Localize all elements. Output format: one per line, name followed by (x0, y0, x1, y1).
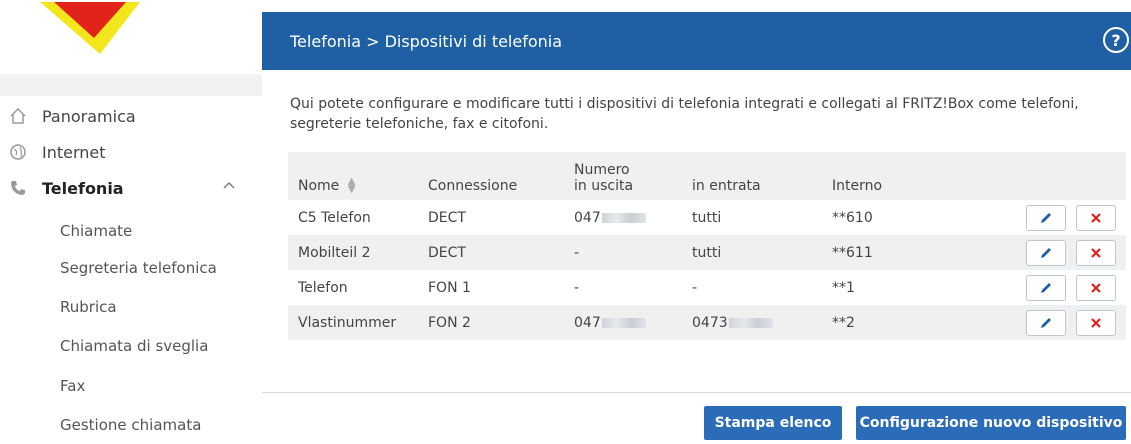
sidebar-subitem-rubrica[interactable]: Rubrica (60, 292, 117, 322)
delete-button[interactable] (1076, 204, 1116, 231)
edit-button[interactable] (1025, 309, 1066, 336)
sidebar-subitem-chiamate[interactable]: Chiamate (60, 216, 132, 246)
sidebar-item-label: Panoramica (42, 106, 136, 126)
sidebar-subitem-label: Fax (60, 377, 86, 395)
sidebar-subitem-label: Chiamata di sveglia (60, 337, 209, 355)
column-header-name[interactable]: Nome ▲ ▼ (288, 152, 418, 200)
cell-connection: DECT (428, 244, 466, 261)
column-header-incoming: in entrata (692, 178, 761, 194)
globe-icon (6, 140, 30, 164)
sort-icon[interactable]: ▲ ▼ (348, 177, 356, 195)
cell-actions (962, 200, 1126, 235)
devices-table: Nome ▲ ▼ Connessione Numero in uscita in … (288, 152, 1126, 340)
sidebar-subitem-sveglia[interactable]: Chiamata di sveglia (60, 331, 208, 361)
column-header-actions (962, 152, 1126, 200)
column-header-number: Numero (574, 162, 630, 178)
close-icon (1091, 282, 1101, 293)
breadcrumb: Telefonia > Dispositivi di telefonia (290, 32, 563, 51)
print-list-button[interactable]: Stampa elenco (704, 406, 842, 440)
sidebar-separator (0, 74, 262, 96)
cell-actions (962, 305, 1126, 340)
cell-connection: FON 1 (428, 279, 471, 296)
close-icon (1091, 247, 1101, 258)
table-row: C5 Telefon DECT 047 tutti **610 (288, 200, 1126, 235)
close-icon (1091, 212, 1101, 223)
sidebar-subitem-segreteria[interactable]: Segreteria telefonica (60, 253, 217, 283)
header-bar: Telefonia > Dispositivi di telefonia ? (262, 12, 1131, 70)
redacted-number (601, 317, 646, 328)
sidebar-item-panoramica[interactable]: Panoramica (0, 98, 262, 134)
edit-button[interactable] (1025, 204, 1066, 231)
table-row: Telefon FON 1 - - **1 (288, 270, 1126, 305)
sidebar-item-telefonia[interactable]: Telefonia (0, 170, 262, 206)
pencil-icon (1040, 247, 1051, 258)
home-icon (6, 104, 30, 128)
sidebar-subitem-fax[interactable]: Fax (60, 371, 85, 401)
cell-name: Vlastinummer (298, 314, 397, 331)
sidebar-item-label: Telefonia (42, 178, 124, 198)
cell-incoming: - (692, 279, 698, 296)
cell-connection: DECT (428, 209, 466, 226)
chevron-up-icon[interactable] (222, 178, 236, 196)
sidebar-subitem-gestione[interactable]: Gestione chiamata (60, 410, 201, 440)
fritz-logo[interactable] (40, 2, 140, 58)
cell-outgoing: 047 (564, 305, 682, 340)
cell-outgoing: 047 (564, 200, 682, 235)
pencil-icon (1040, 282, 1051, 293)
redacted-number (728, 317, 773, 328)
cell-internal: **611 (832, 244, 873, 261)
cell-outgoing: - (574, 244, 580, 261)
edit-button[interactable] (1025, 239, 1066, 266)
delete-button[interactable] (1076, 239, 1116, 266)
cell-connection: FON 2 (428, 314, 471, 331)
sidebar-item-internet[interactable]: Internet (0, 134, 262, 170)
sidebar-subitem-label: Segreteria telefonica (60, 259, 217, 277)
cell-name: Mobilteil 2 (298, 244, 371, 261)
column-header-outgoing-label: in uscita (574, 178, 634, 194)
table-header-row: Nome ▲ ▼ Connessione Numero in uscita in … (288, 152, 1126, 200)
cell-actions (962, 270, 1126, 305)
bottom-separator (262, 392, 1131, 393)
column-header-connection: Connessione (428, 178, 518, 194)
table-row: Vlastinummer FON 2 047 0473 **2 (288, 305, 1126, 340)
edit-button[interactable] (1025, 274, 1066, 301)
cell-name: C5 Telefon (298, 209, 371, 226)
sidebar-subitem-label: Chiamate (60, 222, 133, 240)
cell-actions (962, 235, 1126, 270)
sidebar-item-label: Internet (42, 142, 106, 162)
delete-button[interactable] (1076, 274, 1116, 301)
pencil-icon (1040, 212, 1051, 223)
cell-internal: **610 (832, 209, 873, 226)
column-header-outgoing: Numero in uscita (564, 152, 682, 200)
pencil-icon (1040, 317, 1051, 328)
browser-top-strip (0, 0, 1131, 12)
cell-incoming: 0473 (682, 305, 822, 340)
new-device-button[interactable]: Configurazione nuovo dispositivo (856, 406, 1126, 440)
help-icon[interactable]: ? (1103, 27, 1129, 53)
sidebar-subitem-label: Rubrica (60, 298, 117, 316)
intro-text: Qui potete configurare e modificare tutt… (290, 96, 1079, 132)
cell-incoming: tutti (692, 209, 722, 226)
redacted-number (601, 212, 646, 223)
table-row: Mobilteil 2 DECT - tutti **611 (288, 235, 1126, 270)
sidebar: Panoramica Internet Telefonia Chiamate S… (0, 2, 262, 444)
cell-outgoing: - (574, 279, 580, 296)
sidebar-subitem-label: Gestione chiamata (60, 416, 202, 434)
column-header-internal: Interno (832, 178, 883, 194)
main-content: Telefonia > Dispositivi di telefonia ? Q… (262, 12, 1131, 444)
logo-area (0, 2, 262, 74)
delete-button[interactable] (1076, 309, 1116, 336)
cell-incoming: tutti (692, 244, 722, 261)
close-icon (1091, 317, 1101, 328)
phone-icon (6, 176, 30, 200)
cell-name: Telefon (298, 279, 348, 296)
cell-internal: **2 (832, 314, 855, 331)
cell-internal: **1 (832, 279, 855, 296)
